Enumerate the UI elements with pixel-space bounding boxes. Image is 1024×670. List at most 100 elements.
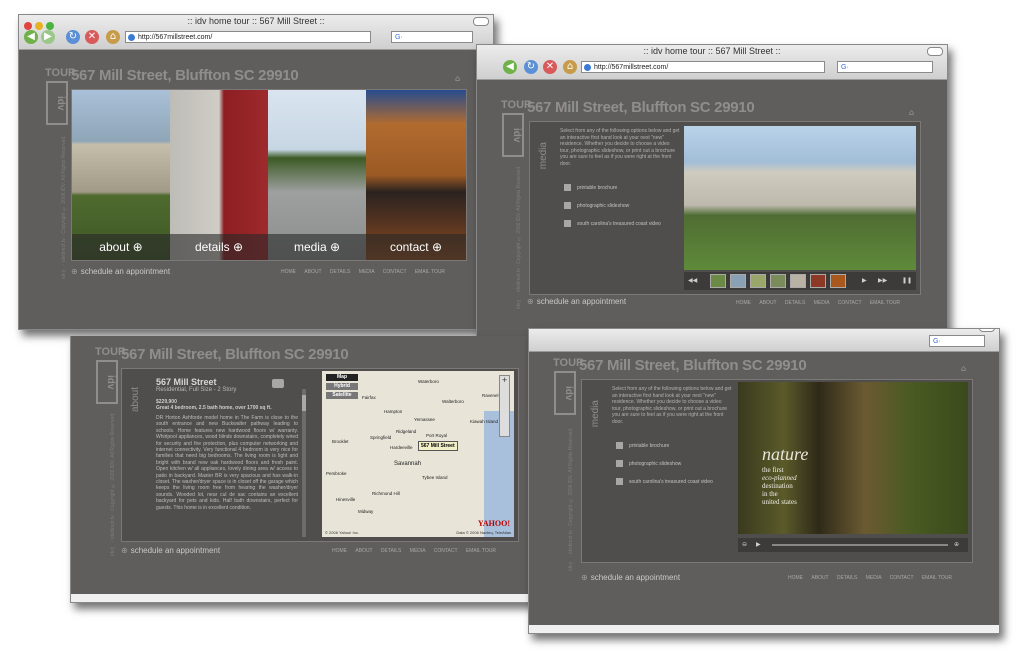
map-type-hybrid-button[interactable]: Hybrid [326,383,358,390]
footer-link-contact[interactable]: CONTACT [383,269,407,275]
footer-link-details[interactable]: DETAILS [837,575,857,581]
footer-link-email-tour[interactable]: EMAIL TOUR [466,548,496,554]
option-coast-video[interactable]: south carolina's treasured coast video [616,478,713,485]
footer-link-about[interactable]: ABOUT [759,300,776,306]
footer-link-home[interactable]: HOME [281,269,296,275]
slide-about[interactable]: about ⊕ [72,90,170,260]
copyright-vertical: idv™ · idvdirect.tv · Copyright © 2006 I… [568,427,574,571]
reload-icon[interactable]: ↻ [66,30,80,44]
search-field[interactable]: G· [391,31,473,43]
home-icon[interactable]: ⌂ [961,365,969,373]
play-icon[interactable]: ▶ [756,541,761,548]
schedule-appointment-link[interactable]: schedule an appointment [121,546,220,555]
pause-icon[interactable]: ❚❚ [902,277,912,284]
footer-link-media[interactable]: MEDIA [410,548,426,554]
footer-link-about[interactable]: ABOUT [811,575,828,581]
map-town: Savannah [394,461,422,467]
footer-link-details[interactable]: DETAILS [330,269,350,275]
zoom-slider[interactable]: + [499,375,510,437]
footer-link-contact[interactable]: CONTACT [890,575,914,581]
map-data-credit: Data © 2006 Navteq, TeleAtlas [456,530,511,535]
home-icon[interactable]: ⌂ [106,30,120,44]
footer-link-email-tour[interactable]: EMAIL TOUR [415,269,445,275]
home-icon[interactable]: ⌂ [909,109,917,117]
slide-details[interactable]: details ⊕ [170,90,268,260]
home-icon[interactable]: ⌂ [563,60,577,74]
browser-toolbar: ◀ ↻ ✕ ⌂ http://567millstreet.com/ G· [477,57,947,77]
schedule-appointment-link[interactable]: schedule an appointment [581,573,680,582]
video-progress-track[interactable] [772,544,948,546]
play-icon[interactable]: ▶ [862,277,867,284]
back-arrow-icon[interactable]: ◀ [24,30,38,44]
footer-link-media[interactable]: MEDIA [359,269,375,275]
media-panel: media Select from any of the following o… [529,121,921,295]
video-controls: ⊖ ▶ ⊕ [738,538,968,552]
forward-arrow-icon[interactable]: ▶ [41,30,55,44]
schedule-appointment-link[interactable]: schedule an appointment [71,267,170,276]
url-text: http://567millstreet.com/ [138,34,213,41]
slide-contact[interactable]: contact ⊕ [366,90,466,260]
footer-link-about[interactable]: ABOUT [355,548,372,554]
footer-link-email-tour[interactable]: EMAIL TOUR [870,300,900,306]
map-type-satellite-button[interactable]: Satellite [326,392,358,399]
thumbnail[interactable] [770,274,786,288]
footer-link-email-tour[interactable]: EMAIL TOUR [922,575,952,581]
thumbnail[interactable] [810,274,826,288]
location-marker[interactable]: 567 Mill Street [418,441,458,451]
footer-link-contact[interactable]: CONTACT [838,300,862,306]
map-town: Walterboro [442,399,464,404]
about-tab-label: about [130,387,141,413]
url-bar[interactable]: http://567millstreet.com/ [125,31,371,43]
back-arrow-icon[interactable]: ◀ [503,60,517,74]
footer-link-home[interactable]: HOME [788,575,803,581]
slide-about-label: about [99,240,130,254]
thumbnail[interactable] [710,274,726,288]
thumbnail[interactable] [750,274,766,288]
toolbar-toggle-button[interactable] [927,47,943,56]
previous-icon[interactable]: ◀◀ [688,277,697,284]
option-coast-video[interactable]: south carolina's treasured coast video [564,220,661,227]
footer-link-home[interactable]: HOME [736,300,751,306]
video-title: nature [762,444,809,464]
zoom-in-icon[interactable]: + [502,376,508,384]
video-player[interactable]: nature the first eco-planned destination… [738,382,968,534]
thumbnail[interactable] [830,274,846,288]
next-icon[interactable]: ▶▶ [878,277,887,284]
url-bar[interactable]: http://567millstreet.com/ [581,61,825,73]
option-photographic-slideshow[interactable]: photographic slideshow [564,202,629,209]
home-icon[interactable]: ⌂ [455,75,463,83]
page-title: 567 Mill Street, Bluffton SC 29910 [579,357,807,374]
location-map[interactable]: Map Hybrid Satellite + Waterboro Ravenel… [322,371,514,537]
footer-link-media[interactable]: MEDIA [866,575,882,581]
option-printable-brochure[interactable]: printable brochure [564,184,617,191]
toolbar-toggle-button[interactable] [473,17,489,26]
footer-link-contact[interactable]: CONTACT [434,548,458,554]
option-printable-brochure[interactable]: printable brochure [616,442,669,449]
toolbar-toggle-button[interactable] [979,329,995,332]
listing-summary: Great 4 bedroom, 2.5 bath home, over 170… [156,405,272,411]
schedule-appointment-link[interactable]: schedule an appointment [527,297,626,306]
caption-line: the first [762,466,784,474]
search-field[interactable]: G· [929,335,985,347]
search-field[interactable]: G· [837,61,933,73]
slide-media[interactable]: media ⊕ [268,90,366,260]
thumbnail[interactable] [730,274,746,288]
site-content: TOUR idv idv™ · idvdirect.tv · Copyright… [71,336,543,602]
footer-link-details[interactable]: DETAILS [785,300,805,306]
thumbnail[interactable] [790,274,806,288]
stop-icon[interactable]: ✕ [85,30,99,44]
footer-link-details[interactable]: DETAILS [381,548,401,554]
map-type-map-button[interactable]: Map [326,374,358,381]
footer-link-about[interactable]: ABOUT [304,269,321,275]
map-town: Tybee Island [422,475,448,480]
slideshow-photo [684,126,916,270]
volume-icon[interactable]: ⊕ [954,541,959,548]
description-scrollbar[interactable] [302,389,306,537]
footer-link-home[interactable]: HOME [332,548,347,554]
option-photographic-slideshow[interactable]: photographic slideshow [616,460,681,467]
rewind-icon[interactable]: ⊖ [742,541,747,548]
camera-icon[interactable] [272,379,284,388]
footer-link-media[interactable]: MEDIA [814,300,830,306]
stop-icon[interactable]: ✕ [543,60,557,74]
reload-icon[interactable]: ↻ [524,60,538,74]
